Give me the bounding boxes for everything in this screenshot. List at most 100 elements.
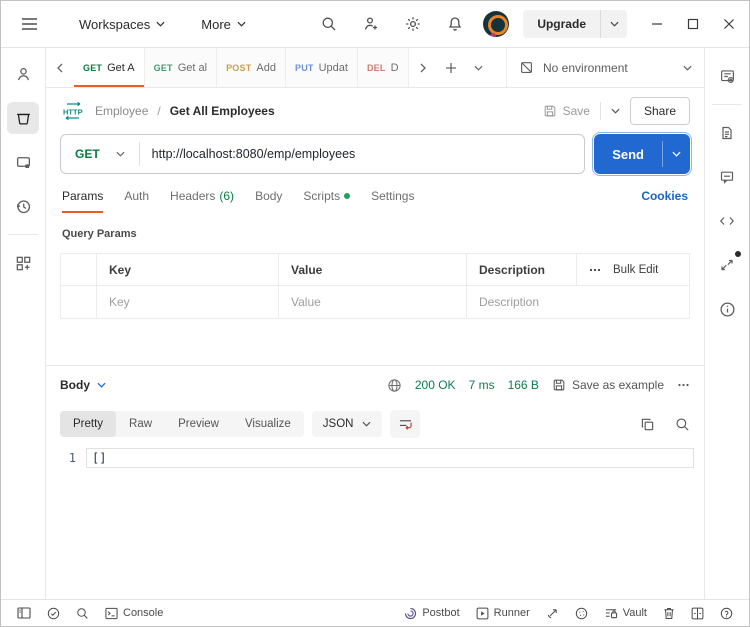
- environment-quick-look-button[interactable]: [711, 60, 743, 92]
- response-size[interactable]: 166 B: [508, 378, 539, 392]
- workspaces-menu[interactable]: Workspaces: [71, 11, 173, 38]
- environment-selector[interactable]: No environment: [506, 48, 704, 87]
- description-input[interactable]: Description: [467, 286, 689, 318]
- trash-button[interactable]: [657, 603, 681, 624]
- capture-requests-button[interactable]: [540, 603, 565, 624]
- related-requests-button[interactable]: [711, 249, 743, 281]
- tabs-scroll-right-button[interactable]: [409, 48, 437, 87]
- url-row: GET http://localhost:8080/emp/employees …: [46, 133, 704, 185]
- settings-button[interactable]: [399, 10, 427, 38]
- view-visualize[interactable]: Visualize: [232, 411, 304, 437]
- tab-delete-employee[interactable]: DEL D: [358, 48, 409, 87]
- copy-button[interactable]: [640, 417, 655, 432]
- vault-label: Vault: [623, 607, 647, 619]
- status-check-button[interactable]: [41, 603, 66, 624]
- view-raw[interactable]: Raw: [116, 411, 165, 437]
- postbot-label: Postbot: [422, 607, 459, 619]
- hamburger-icon: [22, 18, 37, 30]
- method-selector[interactable]: GET: [61, 147, 139, 161]
- code-line[interactable]: []: [86, 448, 694, 468]
- tab-update-employee[interactable]: PUT Updat: [286, 48, 358, 87]
- view-pretty[interactable]: Pretty: [60, 411, 116, 437]
- response-time[interactable]: 7 ms: [469, 378, 495, 392]
- help-button[interactable]: [714, 603, 739, 624]
- send-options-button[interactable]: [663, 134, 690, 174]
- close-button[interactable]: [723, 18, 735, 30]
- more-options-icon[interactable]: [589, 268, 601, 272]
- upgrade-split-button: Upgrade: [523, 10, 627, 38]
- url-box: GET http://localhost:8080/emp/employees: [60, 134, 585, 174]
- avatar[interactable]: [483, 11, 509, 37]
- format-dropdown[interactable]: JSON: [312, 411, 383, 437]
- notification-dot: [735, 251, 741, 257]
- save-options-button[interactable]: [611, 108, 620, 114]
- maximize-button[interactable]: [687, 18, 699, 30]
- status-bar: Console Postbot Runner: [1, 599, 749, 626]
- row-select-cell: [61, 286, 97, 318]
- new-tab-button[interactable]: [437, 48, 465, 87]
- sidebar-item-user[interactable]: [7, 58, 39, 90]
- sidebar-item-collections[interactable]: [7, 102, 39, 134]
- save-button[interactable]: Save: [543, 104, 590, 118]
- send-split-button: Send: [594, 134, 690, 174]
- key-input[interactable]: Key: [97, 286, 279, 318]
- tab-options-button[interactable]: [465, 48, 493, 87]
- tab-scripts[interactable]: Scripts: [303, 189, 350, 213]
- two-pane-view-button[interactable]: [685, 603, 710, 624]
- send-button[interactable]: Send: [594, 134, 662, 174]
- view-preview[interactable]: Preview: [165, 411, 232, 437]
- sidebar-item-history[interactable]: [7, 190, 39, 222]
- tab-body[interactable]: Body: [255, 189, 282, 213]
- cookies-link[interactable]: Cookies: [641, 189, 688, 203]
- tab-add-employee[interactable]: POST Add: [217, 48, 286, 87]
- wrap-lines-button[interactable]: [390, 410, 420, 438]
- bulk-edit-button[interactable]: Bulk Edit: [613, 264, 658, 276]
- tab-get-employee[interactable]: GET Get al: [145, 48, 217, 87]
- find-button[interactable]: [70, 603, 95, 624]
- console-button[interactable]: Console: [99, 603, 169, 624]
- response-more-options-button[interactable]: [677, 383, 690, 387]
- main-menu-button[interactable]: [15, 10, 43, 38]
- tab-get-all-employees[interactable]: GET Get A: [74, 48, 145, 87]
- search-button[interactable]: [315, 10, 343, 38]
- sidebar-item-explore[interactable]: [7, 247, 39, 279]
- tab-params-label: Params: [62, 189, 103, 203]
- invite-button[interactable]: [357, 10, 385, 38]
- comments-button[interactable]: [711, 161, 743, 193]
- search-response-button[interactable]: [675, 417, 690, 432]
- documentation-button[interactable]: [711, 117, 743, 149]
- postbot-button[interactable]: Postbot: [398, 603, 465, 624]
- tab-headers[interactable]: Headers (6): [170, 189, 234, 213]
- share-button[interactable]: Share: [630, 97, 690, 125]
- value-input[interactable]: Value: [279, 286, 467, 318]
- tab-settings[interactable]: Settings: [371, 189, 414, 213]
- breadcrumb-request-name[interactable]: Get All Employees: [170, 104, 275, 118]
- breadcrumb-collection[interactable]: Employee: [95, 104, 148, 118]
- more-label: More: [201, 17, 231, 32]
- runner-icon: [476, 607, 489, 620]
- top-bar: Workspaces More: [1, 1, 749, 48]
- request-tab-strip: GET Get A GET Get al POST Add PUT Updat …: [46, 48, 704, 88]
- url-input[interactable]: http://localhost:8080/emp/employees: [140, 147, 585, 161]
- toggle-sidebar-button[interactable]: [11, 603, 37, 623]
- upgrade-button[interactable]: Upgrade: [523, 10, 600, 38]
- notifications-button[interactable]: [441, 10, 469, 38]
- status-badge[interactable]: 200 OK: [415, 378, 456, 392]
- minimize-button[interactable]: [651, 18, 663, 30]
- response-code-editor[interactable]: 1 []: [46, 444, 704, 599]
- save-as-example-button[interactable]: Save as example: [552, 378, 664, 392]
- tabs-scroll-left-button[interactable]: [46, 48, 74, 87]
- vault-button[interactable]: Vault: [598, 603, 653, 624]
- tab-auth[interactable]: Auth: [124, 189, 149, 213]
- cookies-manager-button[interactable]: [569, 603, 594, 624]
- response-body-dropdown[interactable]: Body: [60, 378, 106, 392]
- runner-button[interactable]: Runner: [470, 603, 536, 624]
- code-snippet-button[interactable]: [711, 205, 743, 237]
- value-column-header: Value: [279, 254, 467, 286]
- request-info-button[interactable]: [711, 293, 743, 325]
- collections-icon: [15, 110, 32, 127]
- upgrade-dropdown-button[interactable]: [601, 10, 627, 38]
- more-menu[interactable]: More: [193, 11, 254, 38]
- tab-params[interactable]: Params: [62, 189, 103, 213]
- sidebar-item-environments[interactable]: [7, 146, 39, 178]
